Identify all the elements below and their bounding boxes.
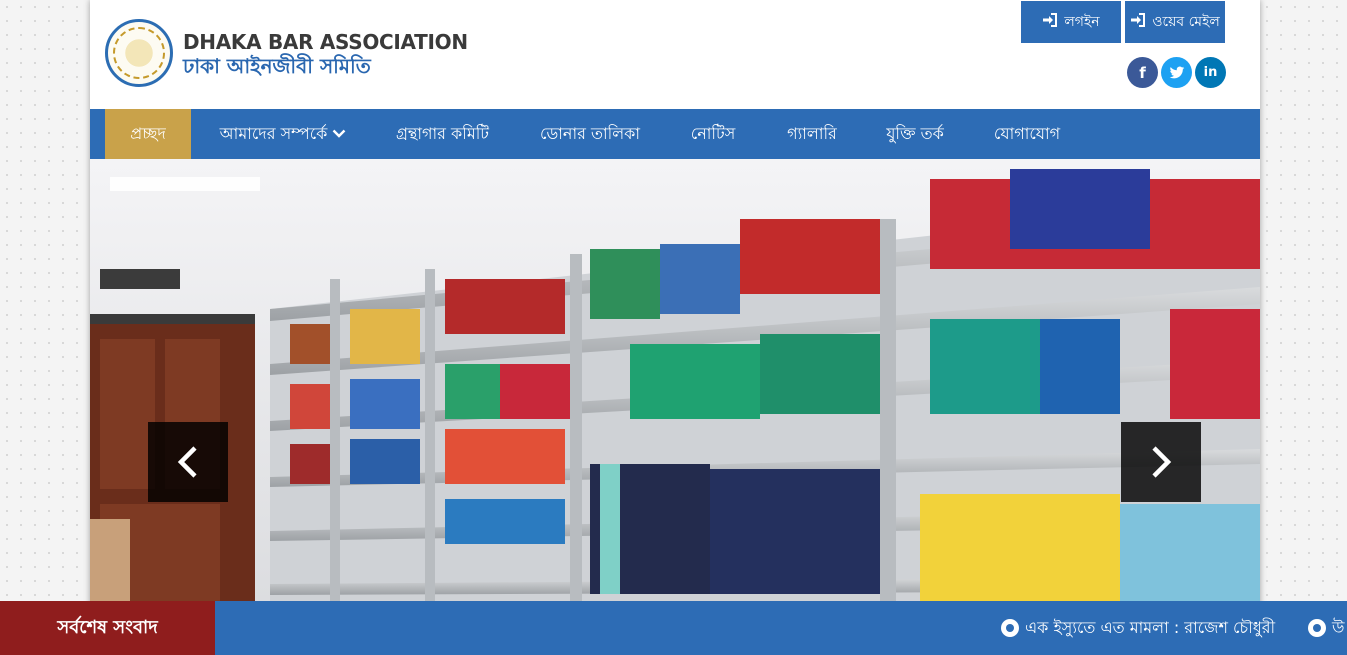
circle-dot-icon [1308,619,1326,637]
seal-emblem-icon [113,27,165,79]
nav-item-label: প্রচ্ছদ [130,123,166,143]
nav-item-label: যুক্তি তর্ক [886,123,944,143]
nav-item-donor-list[interactable]: ডোনার তালিকা [530,109,650,159]
ticker-news-item[interactable]: এক ইস্যুতে এত মামলা : রাজেশ চৌধুরী [1001,601,1275,655]
nav-item-arguments[interactable]: যুক্তি তর্ক [876,109,954,159]
login-label: লগইন [1064,14,1100,30]
facebook-icon[interactable]: f [1127,57,1158,88]
main-navigation: প্রচ্ছদ আমাদের সম্পর্কে গ্রন্থাগার কমিটি… [90,109,1260,159]
nav-item-label: ডোনার তালিকা [540,123,640,143]
brand-block[interactable]: DHAKA BAR ASSOCIATION ঢাকা আইনজীবী সমিতি [183,30,468,78]
brand-name-english: DHAKA BAR ASSOCIATION [183,30,468,54]
nav-item-library-committee[interactable]: গ্রন্থাগার কমিটি [380,109,505,159]
association-seal-logo[interactable] [105,19,173,87]
chevron-right-icon [1150,445,1172,479]
sign-in-icon [1130,13,1146,31]
slider-next-button[interactable] [1121,422,1201,502]
nav-item-contact[interactable]: যোগাযোগ [982,109,1072,159]
ticker-news-text: উ [1332,617,1345,637]
linkedin-icon[interactable]: in [1195,57,1226,88]
nav-item-about-us[interactable]: আমাদের সম্পর্কে [203,109,363,159]
ticker-news-text: এক ইস্যুতে এত মামলা : রাজেশ চৌধুরী [1025,617,1276,637]
library-bookshelves-photo [90,159,1260,601]
news-ticker: সর্বশেষ সংবাদ এক ইস্যুতে এত মামলা : রাজে… [0,601,1347,655]
nav-item-label: গ্রন্থাগার কমিটি [395,123,490,143]
nav-item-notice[interactable]: নোটিস [678,109,748,159]
chevron-left-icon [177,445,199,479]
slider-prev-button[interactable] [148,422,228,502]
nav-item-home[interactable]: প্রচ্ছদ [105,109,191,159]
webmail-button[interactable]: ওয়েব মেইল [1125,1,1225,43]
nav-item-label: যোগাযোগ [993,123,1061,143]
page-container: DHAKA BAR ASSOCIATION ঢাকা আইনজীবী সমিতি… [90,0,1260,655]
login-button[interactable]: লগইন [1021,1,1121,43]
webmail-label: ওয়েব মেইল [1152,14,1220,30]
site-header: DHAKA BAR ASSOCIATION ঢাকা আইনজীবী সমিতি… [90,0,1260,109]
sign-in-icon [1042,13,1058,31]
nav-item-label: আমাদের সম্পর্কে [219,123,328,143]
latest-news-label: সর্বশেষ সংবাদ [0,601,215,655]
twitter-icon[interactable] [1161,57,1192,88]
ticker-news-item[interactable]: উ [1308,601,1344,655]
circle-dot-icon [1001,619,1019,637]
hero-slider[interactable] [90,159,1260,601]
brand-name-bengali: ঢাকা আইনজীবী সমিতি [183,54,371,78]
nav-item-label: নোটিস [690,123,736,143]
nav-item-label: গ্যালারি [787,123,837,143]
chevron-down-icon [332,129,346,139]
nav-item-gallery[interactable]: গ্যালারি [772,109,852,159]
